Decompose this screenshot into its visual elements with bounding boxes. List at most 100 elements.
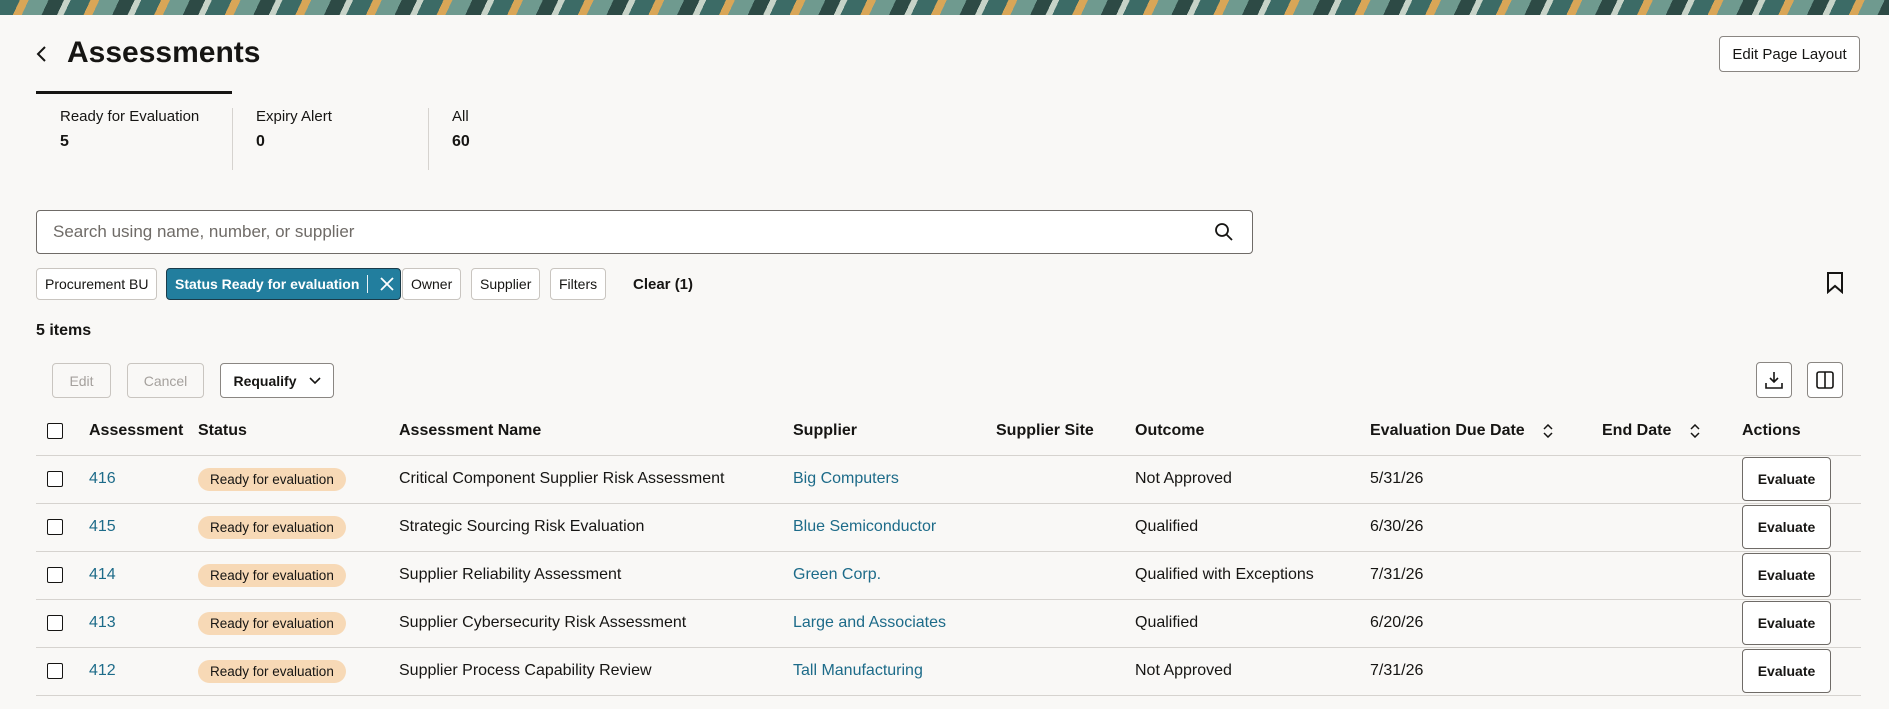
end-date <box>1602 599 1742 648</box>
filter-chip-status[interactable]: Status Ready for evaluation <box>166 268 402 300</box>
status-badge: Ready for evaluation <box>198 611 346 635</box>
column-header-actions: Actions <box>1742 407 1861 456</box>
back-button[interactable] <box>28 40 56 68</box>
column-header-assessment-name[interactable]: Assessment Name <box>399 407 793 456</box>
chevron-down-icon <box>308 376 321 384</box>
chip-separator <box>367 275 369 293</box>
evaluation-due-date: 6/20/26 <box>1370 599 1602 648</box>
column-header-supplier[interactable]: Supplier <box>793 407 996 456</box>
chip-label: Owner <box>411 276 453 292</box>
chevron-left-icon <box>36 46 46 62</box>
export-button[interactable] <box>1756 362 1792 398</box>
column-header-label: Evaluation Due Date <box>1370 421 1525 439</box>
column-header-end-date[interactable]: End Date <box>1602 407 1742 456</box>
filter-chip-procurement-bu[interactable]: Procurement BU <box>36 268 158 300</box>
row-checkbox[interactable] <box>47 663 63 679</box>
outcome: Qualified <box>1135 599 1370 648</box>
column-header-status[interactable]: Status <box>198 407 399 456</box>
status-badge: Ready for evaluation <box>198 467 346 491</box>
columns-icon <box>1816 371 1834 389</box>
row-checkbox[interactable] <box>47 519 63 535</box>
supplier-link[interactable]: Blue Semiconductor <box>793 518 936 535</box>
search-box <box>36 210 1253 254</box>
table-row: 416 Ready for evaluation Critical Compon… <box>36 455 1861 504</box>
evaluate-button[interactable]: Evaluate <box>1742 457 1831 501</box>
edit-page-layout-button[interactable]: Edit Page Layout <box>1719 36 1860 72</box>
end-date <box>1602 455 1742 504</box>
tab-divider <box>232 108 233 170</box>
outcome: Not Approved <box>1135 647 1370 696</box>
column-header-supplier-site[interactable]: Supplier Site <box>996 407 1135 456</box>
row-checkbox[interactable] <box>47 567 63 583</box>
outcome: Not Approved <box>1135 455 1370 504</box>
supplier-link[interactable]: Tall Manufacturing <box>793 662 923 679</box>
evaluation-due-date: 7/31/26 <box>1370 551 1602 600</box>
requalify-button[interactable]: Requalify <box>220 363 334 398</box>
assessment-name: Critical Component Supplier Risk Assessm… <box>399 455 793 504</box>
supplier-site <box>996 647 1135 696</box>
status-badge: Ready for evaluation <box>198 659 346 683</box>
assessment-number-link[interactable]: 416 <box>89 470 116 487</box>
column-header-evaluation-due-date[interactable]: Evaluation Due Date <box>1370 407 1602 456</box>
end-date <box>1602 551 1742 600</box>
chip-label: Filters <box>559 276 598 292</box>
table-row: 413 Ready for evaluation Supplier Cybers… <box>36 599 1861 648</box>
chip-label: Procurement BU <box>45 276 149 292</box>
tab-count: 5 <box>60 133 69 150</box>
evaluation-due-date: 7/31/26 <box>1370 647 1602 696</box>
clear-filters-link[interactable]: Clear (1) <box>633 276 693 293</box>
close-icon <box>380 277 395 291</box>
supplier-link[interactable]: Large and Associates <box>793 614 946 631</box>
column-header-assessment[interactable]: Assessment <box>89 407 198 456</box>
evaluate-button[interactable]: Evaluate <box>1742 553 1831 597</box>
manage-columns-button[interactable] <box>1807 362 1843 398</box>
evaluate-button[interactable]: Evaluate <box>1742 505 1831 549</box>
bookmark-icon <box>1827 272 1843 295</box>
tab-label: Ready for Evaluation <box>60 108 200 125</box>
supplier-link[interactable]: Green Corp. <box>793 566 881 583</box>
filter-chip-supplier[interactable]: Supplier <box>471 268 541 300</box>
tab-all[interactable]: All 60 <box>452 108 470 151</box>
outcome: Qualified <box>1135 503 1370 552</box>
sort-icon[interactable] <box>1543 423 1553 438</box>
cancel-button[interactable]: Cancel <box>127 363 204 398</box>
assessment-number-link[interactable]: 412 <box>89 662 116 679</box>
chip-label: Status Ready for evaluation <box>175 276 360 292</box>
header-banner <box>0 0 1889 15</box>
end-date <box>1602 647 1742 696</box>
filter-chip-owner[interactable]: Owner <box>402 268 462 300</box>
status-badge: Ready for evaluation <box>198 515 346 539</box>
evaluate-button[interactable]: Evaluate <box>1742 601 1831 645</box>
supplier-site <box>996 503 1135 552</box>
table-row: 414 Ready for evaluation Supplier Reliab… <box>36 551 1861 600</box>
assessment-number-link[interactable]: 413 <box>89 614 116 631</box>
supplier-site <box>996 455 1135 504</box>
row-checkbox[interactable] <box>47 471 63 487</box>
tab-expiry-alert[interactable]: Expiry Alert 0 <box>256 108 332 151</box>
table-row: 415 Ready for evaluation Strategic Sourc… <box>36 503 1861 552</box>
evaluate-button[interactable]: Evaluate <box>1742 649 1831 693</box>
supplier-link[interactable]: Big Computers <box>793 470 899 487</box>
assessment-name: Supplier Reliability Assessment <box>399 551 793 600</box>
assessment-name: Supplier Cybersecurity Risk Assessment <box>399 599 793 648</box>
remove-filter-button[interactable] <box>374 269 400 299</box>
requalify-label: Requalify <box>233 372 297 389</box>
tab-ready-for-evaluation[interactable]: Ready for Evaluation 5 <box>60 108 199 151</box>
assessments-table: Assessment Status Assessment Name Suppli… <box>36 407 1861 696</box>
saved-search-button[interactable] <box>1826 272 1844 299</box>
evaluation-due-date: 6/30/26 <box>1370 503 1602 552</box>
assessment-number-link[interactable]: 415 <box>89 518 116 535</box>
column-header-outcome[interactable]: Outcome <box>1135 407 1370 456</box>
assessment-number-link[interactable]: 414 <box>89 566 116 583</box>
filter-chip-filters[interactable]: Filters <box>550 268 607 300</box>
search-icon[interactable] <box>1214 222 1234 242</box>
edit-button[interactable]: Edit <box>52 363 111 398</box>
tab-label: All <box>452 108 469 125</box>
select-all-checkbox[interactable] <box>47 422 63 439</box>
table-row: 412 Ready for evaluation Supplier Proces… <box>36 647 1861 696</box>
search-input[interactable] <box>53 211 1203 253</box>
row-checkbox[interactable] <box>47 615 63 631</box>
sort-icon[interactable] <box>1690 423 1700 438</box>
status-badge: Ready for evaluation <box>198 563 346 587</box>
outcome: Qualified with Exceptions <box>1135 551 1370 600</box>
